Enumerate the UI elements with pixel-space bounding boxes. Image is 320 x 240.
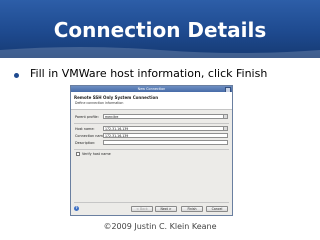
parent-profile-value: mercitre: [105, 115, 119, 119]
verify-host-label: Verify host name: [82, 152, 111, 156]
slide-title: Connection Details: [53, 18, 267, 42]
new-connection-dialog: New Connection Remote SSH Only System Co…: [70, 85, 233, 216]
host-name-label: Host name:: [75, 127, 95, 131]
parent-profile-select[interactable]: mercitre: [103, 114, 228, 119]
host-name-field[interactable]: 172.31.16.139: [103, 126, 228, 131]
title-band: Connection Details: [0, 0, 320, 58]
finish-button[interactable]: Finish: [181, 206, 203, 212]
dialog-header-title: Remote SSH Only System Connection: [74, 95, 159, 100]
verify-host-checkbox[interactable]: [76, 152, 80, 156]
connection-name-label: Connection name:: [75, 134, 107, 138]
chevron-down-icon[interactable]: [223, 127, 227, 130]
title-wave-decoration: [0, 47, 320, 58]
button-separator: [74, 202, 229, 203]
separator: [74, 123, 229, 124]
parent-profile-label: Parent profile:: [75, 115, 99, 119]
back-button[interactable]: < Back: [131, 206, 153, 212]
description-label: Description:: [75, 141, 96, 145]
chevron-down-icon[interactable]: [223, 115, 227, 118]
connection-name-field[interactable]: 172.31.16.139: [103, 133, 228, 138]
separator: [74, 149, 229, 150]
slide: Connection Details Fill in VMWare host i…: [0, 0, 320, 240]
dialog-header-subtitle: Define connection information: [75, 101, 124, 105]
host-name-value: 172.31.16.139: [105, 127, 129, 131]
bullet-text: Fill in VMWare host information, click F…: [30, 67, 268, 80]
bullet-icon: [14, 73, 19, 78]
description-field[interactable]: [103, 140, 228, 145]
next-button[interactable]: Next >: [155, 206, 177, 212]
cancel-button[interactable]: Cancel: [206, 206, 228, 212]
slide-footer: ©2009 Justin C. Klein Keane: [103, 222, 217, 231]
dialog-header: Remote SSH Only System Connection Define…: [71, 92, 232, 110]
connection-name-value: 172.31.16.139: [105, 134, 129, 138]
help-icon[interactable]: ?: [74, 206, 79, 211]
